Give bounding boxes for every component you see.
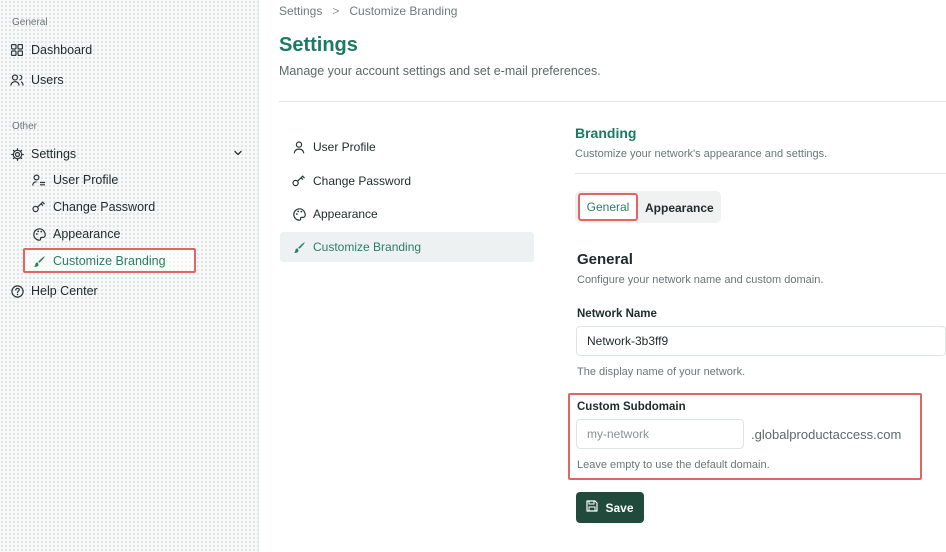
settings-menu-label: Change Password (313, 174, 412, 188)
key-icon (292, 174, 306, 188)
page-subtitle: Manage your account settings and set e-m… (279, 64, 601, 78)
sidebar-item-label: Change Password (53, 200, 156, 214)
gear-icon (10, 147, 24, 161)
brush-icon (292, 240, 306, 254)
sidebar-item-help-center[interactable]: Help Center (10, 280, 98, 302)
breadcrumb-current: Customize Branding (349, 4, 458, 18)
user-profile-icon (32, 173, 46, 187)
grid-icon (10, 43, 24, 57)
breadcrumb: Settings > Customize Branding (279, 4, 457, 18)
help-circle-icon (10, 284, 24, 298)
chevron-down-icon[interactable] (232, 147, 244, 159)
sidebar-item-user-profile[interactable]: User Profile (32, 169, 118, 191)
breadcrumb-root[interactable]: Settings (279, 4, 322, 18)
sidebar-item-users[interactable]: Users (10, 69, 64, 91)
network-name-label: Network Name (577, 308, 657, 320)
subdomain-help: Leave empty to use the default domain. (577, 459, 770, 471)
sidebar-item-label: User Profile (53, 173, 119, 187)
network-name-input[interactable] (576, 326, 946, 356)
divider (279, 101, 946, 102)
sidebar-item-label: Customize Branding (53, 254, 166, 268)
sidebar-item-dashboard[interactable]: Dashboard (10, 39, 92, 61)
sidebar-item-label: Dashboard (31, 43, 93, 57)
sidebar-item-customize-branding[interactable]: Customize Branding (32, 250, 166, 272)
branding-title: Branding (575, 125, 637, 141)
sidebar-item-change-password[interactable]: Change Password (32, 196, 155, 218)
settings-menu-appearance[interactable]: Appearance (280, 199, 534, 229)
page-title: Settings (279, 34, 358, 56)
settings-menu-change-password[interactable]: Change Password (280, 166, 534, 196)
settings-menu-customize-branding[interactable]: Customize Branding (280, 232, 534, 262)
settings-menu-label: Customize Branding (313, 240, 422, 254)
branding-tabs: General Appearance (575, 191, 721, 223)
general-subtitle: Configure your network name and custom d… (577, 274, 824, 286)
general-title: General (577, 251, 633, 268)
subdomain-suffix: .globalproductaccess.com (751, 427, 902, 442)
settings-menu-user-profile[interactable]: User Profile (280, 132, 534, 162)
settings-menu-label: User Profile (313, 140, 376, 154)
palette-icon (292, 207, 306, 221)
sidebar-section-other: Other (12, 121, 38, 132)
save-icon (586, 500, 599, 515)
branding-subtitle: Customize your network's appearance and … (575, 148, 828, 160)
save-button-label: Save (605, 500, 634, 515)
divider (575, 173, 946, 174)
key-icon (32, 200, 46, 214)
sidebar-item-label: Help Center (31, 284, 98, 298)
network-name-help: The display name of your network. (577, 366, 746, 378)
save-button[interactable]: Save (576, 492, 644, 523)
sidebar-item-settings[interactable]: Settings (10, 143, 76, 165)
palette-icon (32, 227, 46, 241)
sidebar-item-appearance[interactable]: Appearance (32, 223, 120, 245)
sidebar: General Dashboard Users Other Settings U… (0, 0, 259, 552)
user-icon (292, 140, 306, 154)
subdomain-input[interactable] (576, 419, 744, 449)
tab-appearance[interactable]: Appearance (645, 197, 714, 219)
sidebar-item-label: Settings (31, 147, 77, 161)
settings-menu-label: Appearance (313, 207, 378, 221)
breadcrumb-separator: > (332, 4, 340, 18)
brush-icon (32, 254, 46, 268)
subdomain-label: Custom Subdomain (577, 401, 686, 413)
sidebar-item-label: Appearance (53, 227, 121, 241)
sidebar-item-label: Users (31, 73, 64, 87)
tab-general[interactable]: General (578, 193, 638, 221)
users-icon (10, 73, 24, 87)
sidebar-section-general: General (12, 17, 48, 28)
